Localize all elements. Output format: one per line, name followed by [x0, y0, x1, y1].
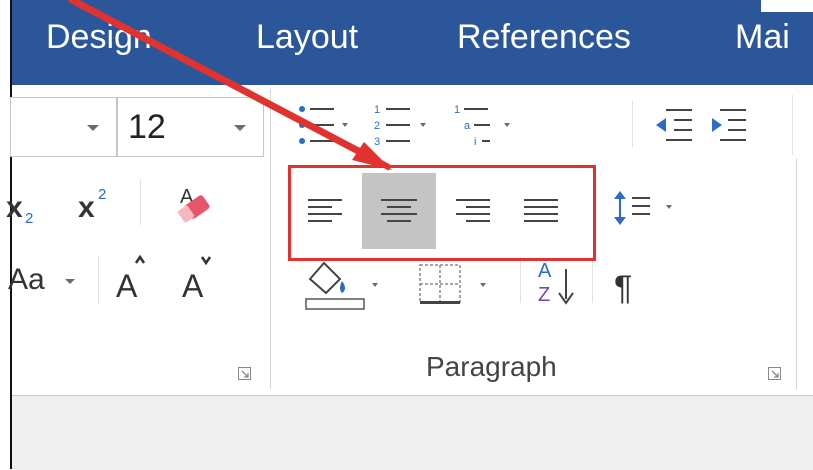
subscript-icon: x 2: [6, 191, 33, 227]
svg-text:1: 1: [454, 104, 460, 116]
tab-layout[interactable]: Layout: [256, 18, 358, 57]
increase-indent-icon: [712, 109, 746, 141]
align-right-button[interactable]: [438, 175, 504, 247]
divider: [632, 101, 633, 147]
borders-button[interactable]: [410, 255, 506, 315]
tab-mailings[interactable]: Mai: [735, 18, 790, 57]
borders-icon: [419, 264, 486, 304]
bullets-button[interactable]: [294, 99, 366, 155]
show-hide-marks-button[interactable]: ¶: [604, 253, 648, 313]
font-size-value: 12: [128, 108, 166, 146]
group-divider: [270, 89, 271, 389]
chevron-down-icon: [234, 125, 246, 131]
numbering-icon: 1 2 3: [374, 104, 426, 148]
decrease-indent-icon: [656, 109, 692, 141]
paragraph-dialog-launcher-icon[interactable]: [768, 367, 782, 381]
align-left-icon: [308, 199, 342, 222]
svg-text:A: A: [182, 268, 204, 304]
increase-indent-button[interactable]: [706, 101, 752, 153]
divider: [98, 257, 99, 303]
svg-text:3: 3: [374, 136, 380, 148]
divider: [592, 257, 593, 303]
multilevel-list-icon: 1 a i: [454, 104, 510, 148]
svg-text:2: 2: [374, 120, 380, 132]
svg-text:i: i: [474, 136, 476, 148]
align-right-icon: [456, 199, 490, 222]
svg-text:x: x: [78, 191, 95, 224]
justify-icon: [524, 199, 558, 222]
sort-button[interactable]: A Z: [532, 253, 586, 313]
align-left-button[interactable]: [298, 175, 366, 247]
justify-button[interactable]: [510, 175, 578, 247]
divider: [520, 257, 521, 303]
grow-font-icon: A: [116, 254, 146, 304]
numbering-button[interactable]: 1 2 3: [372, 99, 444, 155]
superscript-button[interactable]: x 2: [74, 177, 122, 227]
paint-bucket-icon: [305, 261, 378, 310]
font-dialog-launcher-icon[interactable]: [238, 367, 252, 381]
chevron-down-icon: [65, 279, 75, 284]
align-center-button[interactable]: [362, 173, 436, 249]
line-spacing-icon: [614, 191, 672, 225]
pilcrow-icon: ¶: [614, 269, 632, 307]
shrink-font-icon: A: [182, 256, 212, 304]
chevron-down-icon: [87, 125, 99, 131]
align-center-icon: [381, 199, 417, 222]
svg-text:2: 2: [98, 186, 106, 203]
sort-az-icon: A Z: [538, 260, 574, 306]
svg-text:x: x: [6, 191, 23, 224]
eraser-icon: A: [177, 186, 210, 223]
svg-text:A: A: [116, 268, 138, 304]
shading-button[interactable]: [296, 255, 392, 315]
shrink-font-button[interactable]: A: [176, 253, 224, 307]
multilevel-list-button[interactable]: 1 a i: [452, 99, 530, 155]
svg-text:A: A: [538, 260, 552, 282]
font-size-dropdown[interactable]: 12: [117, 97, 264, 157]
word-window-crop: Design Layout References Mai 12 x 2 x 2: [6, 0, 813, 470]
svg-text:Z: Z: [538, 284, 550, 306]
font-name-dropdown[interactable]: [10, 97, 117, 157]
line-spacing-button[interactable]: [608, 181, 700, 241]
subscript-button[interactable]: x 2: [6, 177, 52, 227]
tab-design[interactable]: Design: [46, 18, 152, 57]
divider: [140, 179, 141, 225]
title-bar-corner: [761, 0, 813, 12]
svg-text:¶: ¶: [614, 269, 632, 307]
svg-text:a: a: [464, 120, 471, 132]
tab-references[interactable]: References: [457, 18, 631, 57]
divider: [792, 95, 793, 155]
superscript-icon: x 2: [78, 186, 106, 224]
paragraph-group-label: Paragraph: [426, 351, 557, 382]
ribbon-tab-bar: Design Layout References Mai: [12, 0, 813, 85]
document-area-top: [12, 395, 813, 470]
grow-font-button[interactable]: A: [110, 253, 158, 307]
decrease-indent-button[interactable]: [652, 101, 698, 153]
change-case-label: Aa: [8, 263, 45, 296]
change-case-button[interactable]: Aa: [8, 257, 88, 307]
svg-text:2: 2: [25, 210, 33, 227]
svg-text:1: 1: [374, 104, 380, 116]
group-divider: [796, 159, 797, 389]
bullets-icon: [299, 106, 348, 144]
clear-formatting-button[interactable]: A: [162, 177, 218, 229]
ribbon-home: 12 x 2 x 2 A Aa A A 1 2 3 1 a i A Z ¶ Pa…: [6, 85, 813, 395]
